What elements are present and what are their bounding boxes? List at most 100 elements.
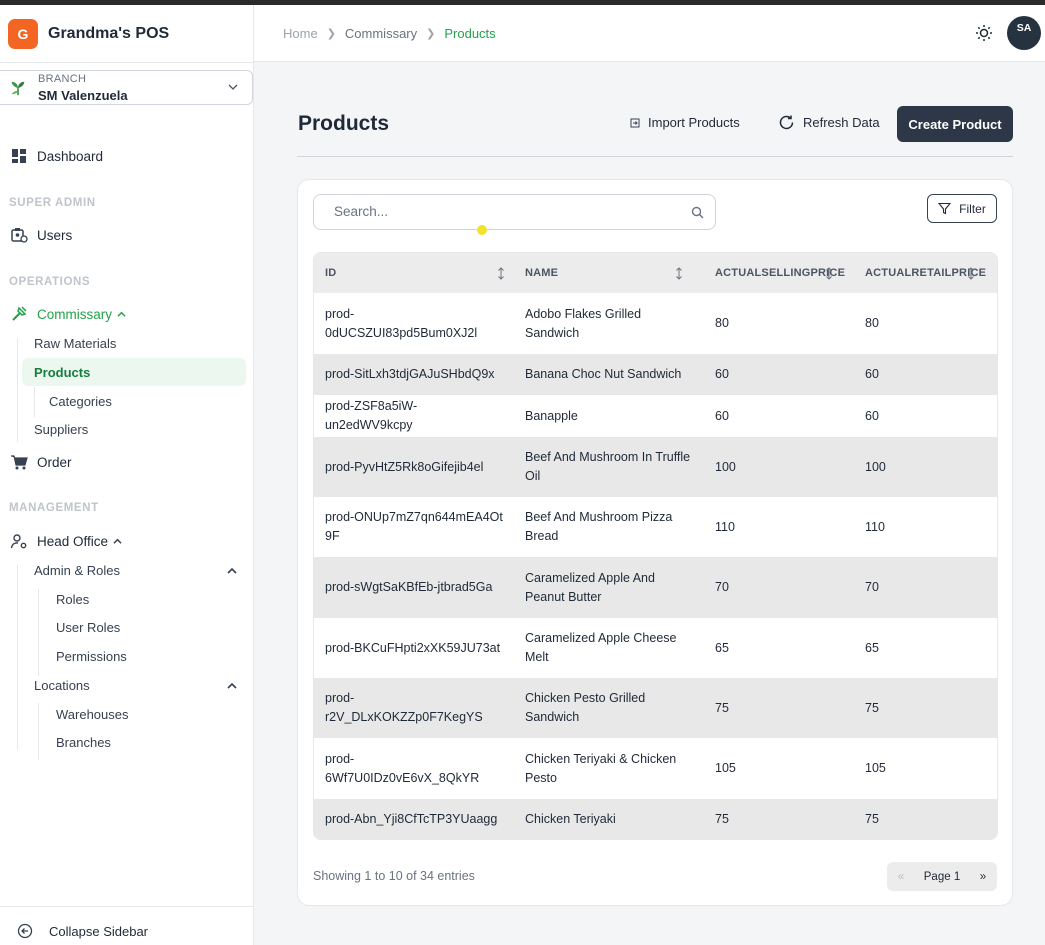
- leaf-icon: [11, 81, 25, 96]
- sidebar-item-products[interactable]: Products: [34, 365, 90, 380]
- collapse-sidebar-button[interactable]: Collapse Sidebar: [17, 923, 148, 939]
- sidebar-item-permissions[interactable]: Permissions: [56, 649, 127, 664]
- refresh-data-button[interactable]: Refresh Data: [778, 114, 880, 131]
- arrow-left-circle-icon: [17, 923, 33, 939]
- chevron-up-icon[interactable]: [227, 566, 237, 576]
- cell-selling-price: 75: [704, 799, 854, 839]
- chevron-down-icon: [228, 84, 238, 90]
- column-header-actual-retail-price[interactable]: ACTUALRETAILPRICE: [854, 253, 997, 293]
- divider: [0, 906, 253, 907]
- divider: [0, 62, 253, 63]
- chevron-up-icon[interactable]: [227, 681, 237, 691]
- sidebar-item-user-roles[interactable]: User Roles: [56, 620, 120, 635]
- branch-selector[interactable]: BRANCH SM Valenzuela: [0, 70, 253, 105]
- cell-id: prod-Abn_Yji8CfTcTP3YUaagg: [314, 799, 514, 839]
- breadcrumb-current: Products: [444, 26, 496, 41]
- search-box: [313, 194, 716, 230]
- breadcrumb-separator-icon: ❯: [326, 28, 336, 40]
- table-row[interactable]: prod-0dUCSZUI83pd5Bum0XJ2l Adobo Flakes …: [314, 293, 997, 354]
- table-row[interactable]: prod-SitLxh3tdjGAJuSHbdQ9x Banana Choc N…: [314, 354, 997, 395]
- table-row[interactable]: prod-6Wf7U0IDz0vE6vX_8QkYR Chicken Teriy…: [314, 738, 997, 799]
- breadcrumb-commissary[interactable]: Commissary: [345, 26, 417, 41]
- chevron-up-icon: [113, 538, 122, 544]
- tree-line: [34, 387, 35, 417]
- cell-name: Beef And Mushroom In Truffle Oil: [514, 437, 704, 497]
- cell-retail-price: 105: [854, 738, 997, 799]
- sidebar-item-branches[interactable]: Branches: [56, 735, 111, 750]
- table-row[interactable]: prod-BKCuFHpti2xXK59JU73at Caramelized A…: [314, 618, 997, 678]
- sidebar-item-admin-roles[interactable]: Admin & Roles: [34, 563, 120, 578]
- branch-value: SM Valenzuela: [38, 88, 128, 103]
- cell-retail-price: 60: [854, 354, 997, 395]
- cell-selling-price: 105: [704, 738, 854, 799]
- search-icon[interactable]: [691, 206, 704, 219]
- filter-button[interactable]: Filter: [927, 194, 997, 223]
- sidebar-item-dashboard[interactable]: Dashboard: [10, 147, 103, 165]
- sort-icon[interactable]: [497, 267, 505, 280]
- table-row[interactable]: prod-ONUp7mZ7qn644mEA4Ot9F Beef And Mush…: [314, 497, 997, 557]
- pagination-next-button[interactable]: »: [969, 871, 997, 883]
- cell-name: Chicken Pesto Grilled Sandwich: [514, 678, 704, 738]
- cell-id: prod-PyvHtZ5Rk8oGifejib4el: [314, 437, 514, 497]
- cell-name: Banapple: [514, 395, 704, 437]
- sun-icon[interactable]: [975, 24, 993, 42]
- pagination-prev-button[interactable]: «: [887, 871, 915, 883]
- table-row[interactable]: prod-Abn_Yji8CfTcTP3YUaagg Chicken Teriy…: [314, 799, 997, 839]
- cell-name: Beef And Mushroom Pizza Bread: [514, 497, 704, 557]
- cell-id: prod-BKCuFHpti2xXK59JU73at: [314, 618, 514, 678]
- cell-name: Caramelized Apple And Peanut Butter: [514, 557, 704, 618]
- import-products-button[interactable]: Import Products: [630, 115, 740, 130]
- filter-icon: [938, 202, 952, 215]
- cell-id: prod-6Wf7U0IDz0vE6vX_8QkYR: [314, 738, 514, 799]
- sidebar-item-head-office[interactable]: Head Office: [10, 532, 122, 550]
- cell-retail-price: 65: [854, 618, 997, 678]
- column-header-actual-selling-price[interactable]: ACTUALSELLINGPRICE: [704, 253, 854, 293]
- cell-name: Banana Choc Nut Sandwich: [514, 354, 704, 395]
- sidebar-item-users[interactable]: Users: [10, 226, 72, 244]
- sort-icon[interactable]: [825, 267, 833, 280]
- table-row[interactable]: prod-ZSF8a5iW-un2edWV9kcpy Banapple 60 6…: [314, 395, 997, 437]
- sidebar-item-commissary[interactable]: Commissary: [10, 305, 126, 323]
- tree-line: [38, 703, 39, 760]
- brand-logo: G: [8, 19, 38, 49]
- collapse-label: Collapse Sidebar: [49, 923, 149, 939]
- sort-icon[interactable]: [675, 267, 683, 280]
- cell-id: prod-sWgtSaKBfEb-jtbrad5Ga: [314, 557, 514, 618]
- table-row[interactable]: prod-r2V_DLxKOKZZp0F7KegYS Chicken Pesto…: [314, 678, 997, 738]
- column-header-name[interactable]: NAME: [514, 253, 704, 293]
- section-management: MANAGEMENT: [9, 502, 99, 514]
- cell-id: prod-0dUCSZUI83pd5Bum0XJ2l: [314, 293, 514, 354]
- table-row[interactable]: prod-sWgtSaKBfEb-jtbrad5Ga Caramelized A…: [314, 557, 997, 618]
- create-product-button[interactable]: Create Product: [897, 106, 1013, 142]
- products-card: Filter ID NAME ACTUALSELLINGPRICE ACTUAL…: [297, 179, 1013, 906]
- column-header-id[interactable]: ID: [314, 253, 514, 293]
- sidebar-item-locations[interactable]: Locations: [34, 678, 90, 693]
- cell-name: Adobo Flakes Grilled Sandwich: [514, 293, 704, 354]
- tree-line: [17, 565, 18, 750]
- pagination: « Page 1 »: [887, 862, 997, 891]
- sidebar-item-categories[interactable]: Categories: [49, 394, 112, 409]
- avatar[interactable]: SA: [1007, 16, 1041, 50]
- search-input[interactable]: [334, 204, 674, 219]
- cell-retail-price: 70: [854, 557, 997, 618]
- brand[interactable]: G Grandma's POS: [8, 19, 169, 49]
- cell-id: prod-SitLxh3tdjGAJuSHbdQ9x: [314, 354, 514, 395]
- user-gear-icon: [10, 534, 27, 549]
- sort-icon[interactable]: [967, 267, 975, 280]
- cell-selling-price: 60: [704, 354, 854, 395]
- sidebar-item-order[interactable]: Order: [10, 453, 72, 471]
- sidebar-item-roles[interactable]: Roles: [56, 592, 89, 607]
- section-operations: OPERATIONS: [9, 276, 91, 288]
- sidebar-item-raw-materials[interactable]: Raw Materials: [34, 336, 116, 351]
- breadcrumb-home[interactable]: Home: [283, 26, 318, 41]
- brand-name: Grandma's POS: [48, 25, 170, 42]
- sidebar-item-suppliers[interactable]: Suppliers: [34, 422, 88, 437]
- table-row[interactable]: prod-PyvHtZ5Rk8oGifejib4el Beef And Mush…: [314, 437, 997, 497]
- cell-name: Chicken Teriyaki & Chicken Pesto: [514, 738, 704, 799]
- cell-id: prod-ZSF8a5iW-un2edWV9kcpy: [314, 395, 514, 437]
- cell-retail-price: 60: [854, 395, 997, 437]
- pagination-current-page: Page 1: [923, 870, 961, 883]
- section-super-admin: SUPER ADMIN: [9, 197, 96, 209]
- sidebar-item-warehouses[interactable]: Warehouses: [56, 707, 129, 722]
- chevron-up-icon: [117, 311, 126, 317]
